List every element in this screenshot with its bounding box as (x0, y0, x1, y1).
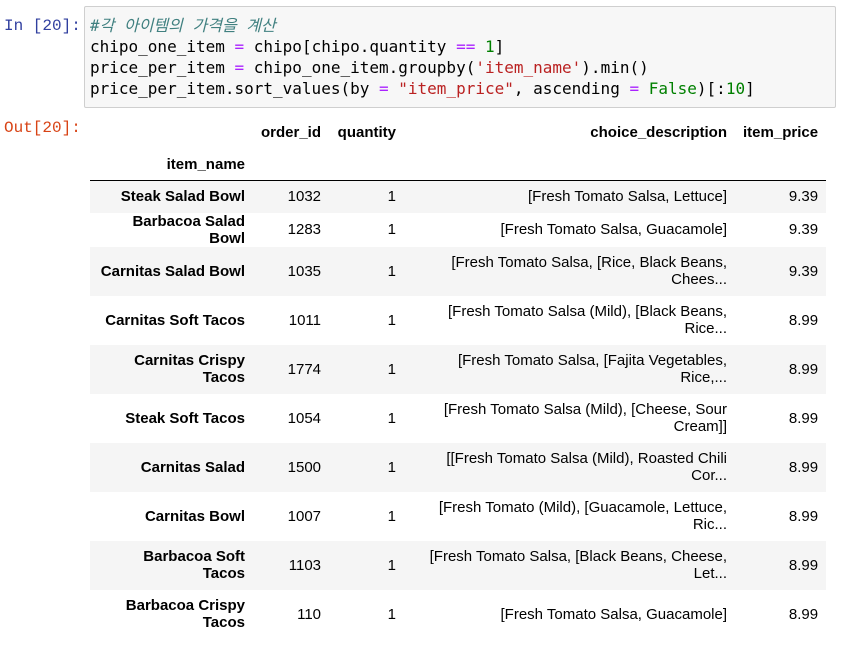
row-index: Barbacoa Soft Tacos (143, 548, 245, 582)
row-index: Steak Salad Bowl (120, 188, 245, 206)
row-index: Barbacoa Crispy Tacos (125, 597, 245, 631)
code-line-2: chipo_one_item = chipo[chipo.quantity ==… (90, 37, 505, 56)
cell-quantity: 1 (387, 221, 397, 238)
cell-choice-description: [Fresh Tomato (Mild), [Guacamole, Lettuc… (438, 499, 728, 533)
row-index: Steak Soft Tacos (125, 409, 245, 427)
row-index: Barbacoa Salad Bowl (132, 212, 245, 247)
cell-choice-description: [Fresh Tomato Salsa, Guacamole] (500, 221, 728, 238)
column-header-quantity: quantity (337, 123, 397, 141)
column-header-row: order_id quantity choice_description ite… (90, 115, 826, 149)
cell-order-id: 1035 (287, 262, 322, 280)
code-line-3: price_per_item = chipo_one_item.groupby(… (90, 58, 649, 77)
input-prompt: In [20]: (4, 17, 81, 35)
cell-item-price: 8.99 (788, 409, 819, 427)
output-prompt: Out[20]: (4, 119, 81, 137)
cell-item-price: 8.99 (788, 360, 819, 378)
code-comment: #각 아이템의 가격을 계산 (90, 16, 276, 35)
column-header-order-id: order_id (261, 123, 322, 141)
cell-choice-description: [Fresh Tomato Salsa, [Rice, Black Beans,… (451, 254, 728, 288)
cell-order-id: 1007 (287, 507, 322, 525)
cell-order-id: 1283 (287, 221, 322, 238)
table-row: Barbacoa Crispy Tacos 110 1 [Fresh Tomat… (90, 590, 826, 639)
index-header-blank (90, 115, 253, 149)
cell-item-price: 8.99 (788, 311, 819, 329)
code-line-4: price_per_item.sort_values(by = "item_pr… (90, 79, 755, 98)
table-row: Carnitas Salad Bowl 1035 1 [Fresh Tomato… (90, 246, 827, 296)
cell-item-price: 8.99 (788, 605, 819, 623)
index-name-header: item_name (166, 156, 245, 173)
cell-order-id: 1032 (287, 188, 322, 206)
cell-choice-description: [Fresh Tomato Salsa, Lettuce] (528, 188, 728, 206)
cell-choice-description: [Fresh Tomato Salsa, Guacamole] (500, 605, 728, 623)
code-line-1: #각 아이템의 가격을 계산 (90, 15, 835, 36)
row-index: Carnitas Soft Tacos (105, 311, 245, 329)
cell-choice-description: [Fresh Tomato Salsa (Mild), [Black Beans… (448, 303, 728, 337)
table-row: Barbacoa Salad Bowl 1283 1 [Fresh Tomato… (90, 213, 826, 247)
table-row: Barbacoa Soft Tacos 1103 1 [Fresh Tomato… (90, 540, 827, 590)
cell-order-id: 1011 (288, 311, 322, 329)
cell-order-id: 1500 (287, 458, 322, 476)
table-row: Carnitas Crispy Tacos 1774 1 [Fresh Toma… (90, 344, 827, 394)
cell-quantity: 1 (387, 188, 397, 206)
row-index: Carnitas Bowl (144, 507, 245, 525)
row-index: Carnitas Crispy Tacos (134, 352, 245, 386)
cell-choice-description: [Fresh Tomato Salsa, [Black Beans, Chees… (429, 548, 728, 582)
index-name-row: item_name (90, 149, 827, 181)
cell-item-price: 9.39 (788, 188, 819, 206)
cell-choice-description: [Fresh Tomato Salsa (Mild), [Cheese, Sou… (443, 401, 728, 435)
cell-quantity: 1 (387, 311, 397, 329)
cell-item-price: 8.99 (788, 458, 819, 476)
cell-quantity: 1 (387, 458, 397, 476)
column-header-item-price: item_price (743, 123, 819, 141)
table-row: Carnitas Bowl 1007 1 [Fresh Tomato (Mild… (90, 492, 826, 541)
cell-order-id: 1774 (287, 360, 322, 378)
cell-item-price: 9.39 (788, 262, 819, 280)
table-row: Steak Salad Bowl 1032 1 [Fresh Tomato Sa… (90, 180, 827, 213)
code-cell-editor[interactable]: #각 아이템의 가격을 계산 chipo_one_item = chipo[ch… (84, 6, 836, 108)
cell-quantity: 1 (387, 605, 397, 623)
cell-item-price: 8.99 (788, 556, 819, 574)
cell-order-id: 110 (297, 605, 322, 623)
cell-quantity: 1 (387, 556, 397, 574)
table-row: Carnitas Salad 1500 1 [[Fresh Tomato Sal… (90, 442, 827, 492)
cell-order-id: 1103 (288, 556, 322, 574)
cell-quantity: 1 (387, 262, 397, 280)
table-row: Steak Soft Tacos 1054 1 [Fresh Tomato Sa… (90, 394, 826, 443)
cell-item-price: 9.39 (788, 221, 819, 238)
row-index: Carnitas Salad Bowl (100, 262, 245, 280)
row-index: Carnitas Salad (140, 458, 245, 476)
table-row: Carnitas Soft Tacos 1011 1 [Fresh Tomato… (90, 296, 826, 345)
cell-choice-description: [Fresh Tomato Salsa, [Fajita Vegetables,… (457, 352, 728, 386)
column-header-choice-description: choice_description (590, 123, 728, 141)
cell-choice-description: [[Fresh Tomato Salsa (Mild), Roasted Chi… (446, 450, 728, 484)
cell-quantity: 1 (387, 507, 397, 525)
cell-quantity: 1 (387, 409, 397, 427)
cell-item-price: 8.99 (788, 507, 819, 525)
cell-order-id: 1054 (287, 409, 322, 427)
cell-quantity: 1 (387, 360, 397, 378)
dataframe-table: order_id quantity choice_description ite… (90, 115, 827, 639)
